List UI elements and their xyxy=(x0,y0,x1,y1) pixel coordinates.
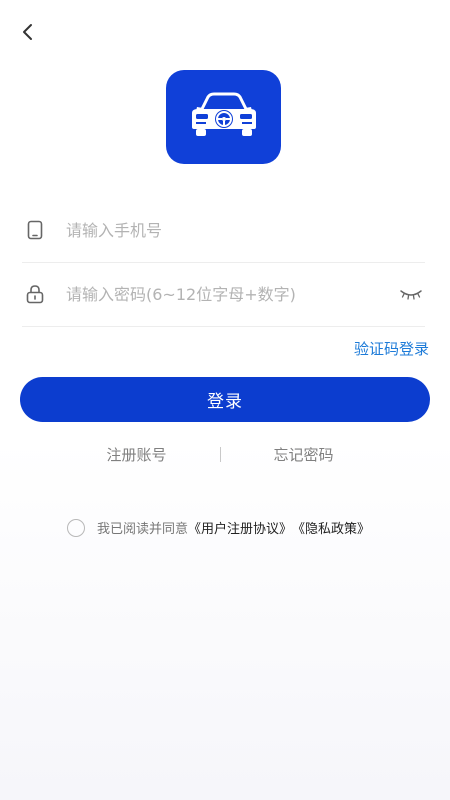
chevron-left-icon xyxy=(21,23,35,45)
password-input[interactable] xyxy=(66,284,397,304)
eye-closed-icon[interactable] xyxy=(397,280,425,308)
back-button[interactable] xyxy=(14,20,42,48)
lock-icon xyxy=(22,281,48,307)
register-link[interactable]: 注册账号 xyxy=(82,444,192,465)
phone-input[interactable] xyxy=(66,220,425,240)
car-icon xyxy=(184,91,264,143)
password-field-row xyxy=(22,262,425,327)
phone-field-row xyxy=(22,198,425,263)
sms-login-link[interactable]: 验证码登录 xyxy=(354,338,429,359)
forgot-password-link[interactable]: 忘记密码 xyxy=(249,444,359,465)
account-links: 注册账号 忘记密码 xyxy=(0,444,450,465)
links-divider xyxy=(219,447,221,462)
agreement-row: 我已阅读并同意 《用户注册协议》 《隐私政策》 xyxy=(67,518,370,537)
phone-icon xyxy=(22,217,48,243)
app-logo xyxy=(166,70,281,164)
agree-checkbox[interactable] xyxy=(67,518,85,537)
agreement-prefix: 我已阅读并同意 xyxy=(97,522,189,537)
login-button[interactable]: 登录 xyxy=(20,377,430,422)
privacy-policy-link[interactable]: 《隐私政策》 xyxy=(292,518,370,537)
user-agreement-link[interactable]: 《用户注册协议》 xyxy=(188,518,292,537)
